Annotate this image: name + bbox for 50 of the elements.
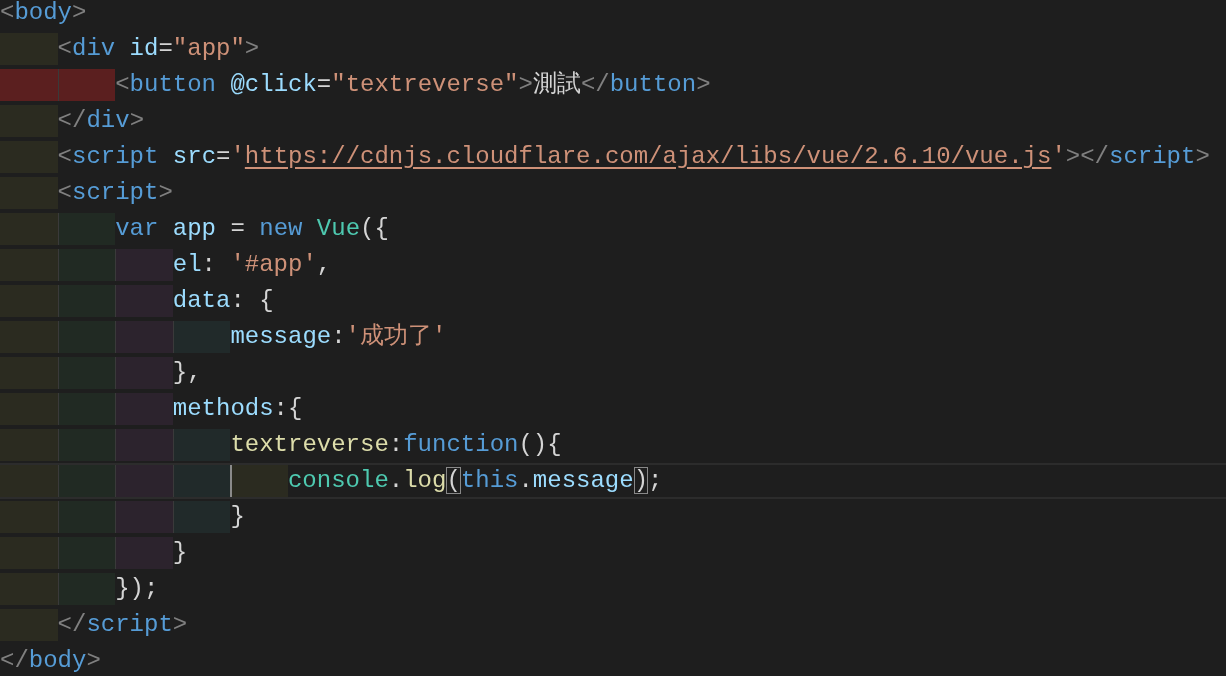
indent-guide: [115, 321, 173, 353]
indent-guide: [57, 573, 116, 605]
indent-guide: [115, 285, 173, 317]
indent-guide: [115, 393, 173, 425]
indent-guide: [0, 213, 58, 245]
code-line: console.log(this.message);: [287, 466, 663, 496]
indent-guide: [57, 285, 116, 317]
indent-guide: [57, 249, 116, 281]
indent-guide: [0, 393, 58, 425]
indent-guide: [115, 249, 173, 281]
code-line: var app = new Vue({: [115, 214, 389, 244]
indent-guide: [172, 429, 231, 461]
indent-guide: [0, 285, 58, 317]
indent-guide: [115, 429, 173, 461]
indent-guide: [0, 321, 58, 353]
code-line: data: {: [172, 286, 274, 316]
indent-guide: [0, 537, 58, 569]
indent-guide: [172, 321, 231, 353]
indent-guide: [57, 537, 116, 569]
code-line: textreverse:function(){: [230, 430, 562, 460]
indent-guide: [115, 501, 173, 533]
code-line: </div>: [57, 106, 145, 136]
code-line: });: [115, 574, 159, 604]
indent-guide: [115, 357, 173, 389]
code-line: },: [172, 358, 202, 388]
indent-guide: [57, 429, 116, 461]
code-line: methods:{: [172, 394, 303, 424]
code-line: <body>: [0, 0, 87, 28]
code-line: <script>: [57, 178, 173, 208]
indent-guide: [57, 213, 116, 245]
code-line: }: [230, 502, 245, 532]
code-line: }: [172, 538, 188, 568]
indent-guide: [172, 501, 231, 533]
indent-guide: [0, 249, 58, 281]
indent-guide: [57, 357, 116, 389]
indent-guide: [0, 501, 58, 533]
indent-guide: [0, 357, 58, 389]
code-line: <button @click="textreverse">測試</button>: [115, 70, 711, 100]
code-line: el: '#app',: [172, 250, 332, 280]
code-line: <div id="app">: [57, 34, 260, 64]
indent-guide: [57, 321, 116, 353]
indent-guide: [0, 429, 58, 461]
code-line: message:'成功了': [230, 322, 447, 352]
code-line: </script>: [57, 610, 188, 640]
indent-guide: [57, 501, 116, 533]
indent-guide: [115, 537, 173, 569]
code-line: <script src='https://cdnjs.cloudflare.com/ajax/libs/vue/2.6.10/vue.js'></script>: [57, 142, 1210, 172]
indent-guide: [57, 393, 116, 425]
indent-guide: [0, 573, 58, 605]
code-line: </body>: [0, 646, 101, 676]
